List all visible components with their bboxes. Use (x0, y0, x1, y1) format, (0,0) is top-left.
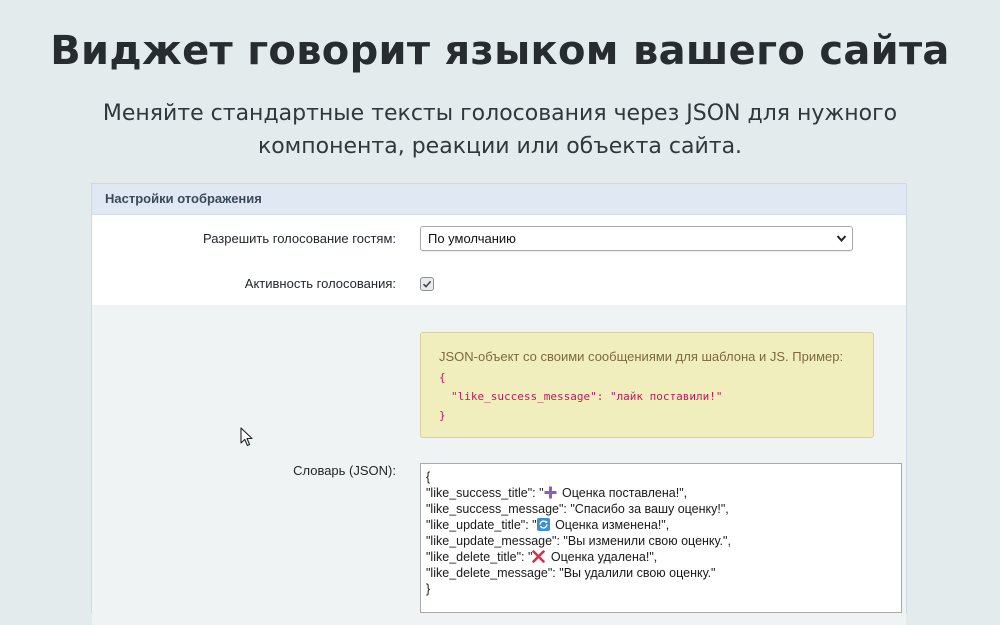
panel-header: Настройки отображения (92, 184, 906, 215)
activity-checkbox[interactable] (420, 277, 434, 291)
refresh-icon (536, 518, 550, 531)
ta-line: "like_update_message": "Вы изменили свою… (426, 534, 731, 548)
json-example-close: } (439, 409, 446, 422)
json-example: { "like_success_message": "лайк поставил… (439, 368, 873, 425)
chevron-down-icon (836, 227, 847, 259)
mouse-cursor-icon (240, 427, 253, 447)
dictionary-textarea[interactable]: { "like_success_title": " Оценка поставл… (420, 463, 902, 613)
subtitle-line-2: компонента, реакции или объекта сайта. (257, 134, 743, 159)
guest-vote-label: Разрешить голосование гостям: (202, 231, 396, 246)
guest-vote-value: По умолчанию (428, 231, 516, 246)
ta-line: "like_update_title": " Оценка изменена!"… (426, 518, 670, 532)
dictionary-label: Словарь (JSON): (293, 463, 396, 478)
subtitle-line-1: Меняйте стандартные тексты голосования ч… (102, 101, 898, 126)
page-title: Виджет говорит языком вашего сайта (50, 28, 950, 74)
cross-icon (532, 550, 546, 563)
ta-line: { (426, 470, 431, 484)
ta-line: "like_success_title": " Оценка поставлен… (426, 486, 688, 500)
json-example-open: { (439, 371, 446, 384)
ta-line: "like_delete_message": "Вы удалили свою … (426, 566, 716, 580)
checkmark-icon (422, 280, 432, 288)
plus-icon (544, 486, 557, 499)
json-hint-box: JSON-объект со своими сообщениями для ша… (420, 332, 874, 438)
activity-label: Активность голосования: (244, 276, 396, 291)
ta-line: "like_success_message": "Спасибо за вашу… (426, 502, 729, 516)
ta-line: "like_delete_title": " Оценка удалена!", (426, 550, 658, 564)
json-example-line: "like_success_message": "лайк поставили!… (451, 390, 723, 403)
guest-vote-select[interactable]: По умолчанию (420, 226, 853, 251)
ta-line: } (426, 582, 431, 596)
json-hint-text: JSON-объект со своими сообщениями для ша… (439, 349, 844, 364)
settings-panel: Настройки отображения Разрешить голосова… (91, 183, 907, 625)
page-subtitle: Меняйте стандартные тексты голосования ч… (100, 97, 900, 163)
